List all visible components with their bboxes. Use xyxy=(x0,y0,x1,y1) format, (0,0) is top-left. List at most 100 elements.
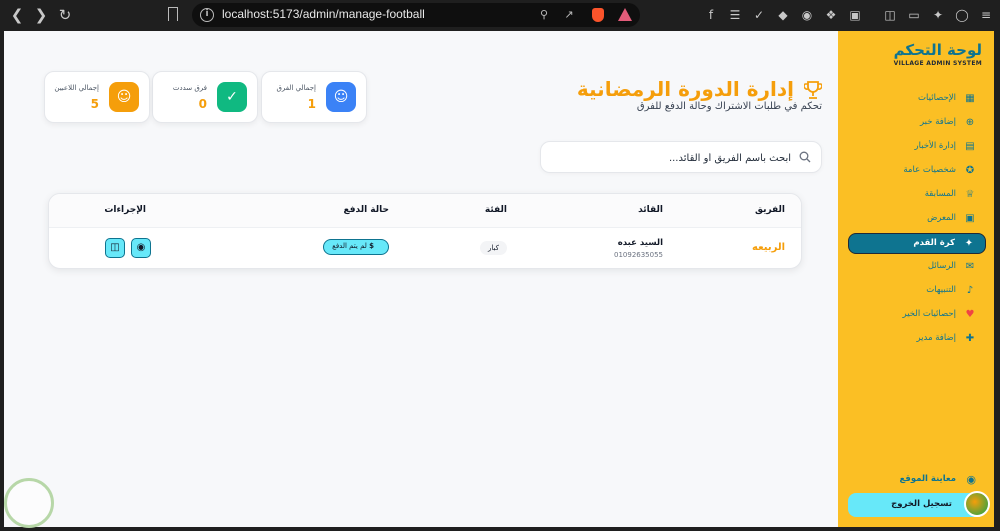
eye-icon: ◉ xyxy=(966,473,976,486)
back-icon[interactable]: ❮ xyxy=(8,6,26,24)
header-category: الفئة xyxy=(484,205,507,215)
address-bar[interactable]: i localhost:5173/admin/manage-football ⚲… xyxy=(192,3,640,27)
share-icon[interactable]: ↗ xyxy=(562,8,576,22)
bookmark-icon[interactable] xyxy=(168,7,178,21)
eye-icon: ◉ xyxy=(136,242,146,253)
stat-value: 1 xyxy=(307,97,316,111)
delete-button[interactable]: ◫ xyxy=(105,238,125,258)
search-icon xyxy=(799,151,811,163)
stat-label: إجمالي الفرق xyxy=(276,84,316,92)
zoom-icon[interactable]: ⚲ xyxy=(537,8,551,22)
search-input[interactable] xyxy=(561,148,791,168)
sliders-icon[interactable]: ☰ xyxy=(727,7,743,23)
sidebar-item-label: إدارة الأخبار xyxy=(914,141,957,151)
sidebar-item-label: المسابقة xyxy=(924,189,956,199)
sidebar-item[interactable]: ▣ المعرض xyxy=(848,209,986,230)
view-site-label: معاينة الموقع xyxy=(899,474,956,484)
sidebar-item-label: المعرض xyxy=(927,213,956,223)
target-icon[interactable]: ◉ xyxy=(799,7,815,23)
header-team: الفريق xyxy=(754,205,785,215)
reload-icon[interactable]: ↻ xyxy=(56,6,74,24)
font-icon[interactable]: f xyxy=(703,7,719,23)
leader-phone: 01092635055 xyxy=(614,251,663,259)
extensions-icon[interactable]: ❖ xyxy=(823,7,839,23)
stat-label: فرق سددت xyxy=(172,84,207,92)
users-icon: ☺ xyxy=(326,82,356,112)
sidebar-item-label: إحصائيات الخير xyxy=(902,309,957,319)
leader-name: السيد عبده xyxy=(617,238,663,248)
header-leader: القائد xyxy=(638,205,663,215)
trophy-icon: ♕ xyxy=(965,189,975,200)
sidebar-item-label: كرة القدم xyxy=(913,238,955,248)
medal-icon: ✦ xyxy=(964,238,974,249)
sidebar-item-label: إضافة مدير xyxy=(916,333,956,343)
stat-value: 5 xyxy=(90,97,99,111)
sidebar-item[interactable]: ♪ التنبيهات xyxy=(848,281,986,302)
sidebar-title: لوحة التحكم xyxy=(893,41,982,59)
sidebar-item-label: الإحصائيات xyxy=(918,93,956,103)
check-circle-icon: ✓ xyxy=(217,82,247,112)
sidebar-item[interactable]: ♥ إحصائيات الخير xyxy=(848,305,986,326)
sidebar-item[interactable]: ✦ كرة القدم xyxy=(848,233,986,254)
payment-status-label: لم يتم الدفع xyxy=(332,242,367,250)
search-box xyxy=(540,141,822,173)
menu-icon[interactable]: ≡ xyxy=(978,7,994,23)
site-info-icon[interactable]: i xyxy=(200,8,214,22)
payment-status-badge[interactable]: لم يتم الدفع $ xyxy=(323,239,389,255)
admin-app: لوحة التحكم VILLAGE ADMIN SYSTEM ▦ الإحصا… xyxy=(4,31,994,527)
sidebar-item[interactable]: ✪ شخصيات عامة xyxy=(848,161,986,182)
picker-icon[interactable]: ✓ xyxy=(751,7,767,23)
sidebar-subtitle: VILLAGE ADMIN SYSTEM xyxy=(893,60,982,67)
screenshot-icon[interactable]: ▣ xyxy=(847,7,863,23)
view-site-link[interactable]: ◉ معاينة الموقع xyxy=(848,470,986,490)
table-header: الفريق القائد الفئة حالة الدفع الإجراءات xyxy=(49,194,801,228)
logout-label: تسجيل الخروج xyxy=(891,499,952,509)
message-icon: ✉ xyxy=(965,261,975,272)
stat-value: 0 xyxy=(198,97,207,111)
sidebar-item[interactable]: ✚ إضافة مدير xyxy=(848,329,986,350)
category-badge: كبار xyxy=(480,241,507,255)
users-icon: ☺ xyxy=(109,82,139,112)
sidebar-toggle-icon[interactable]: ◫ xyxy=(882,7,898,23)
bell-icon: ♪ xyxy=(966,285,974,296)
award-icon: ✪ xyxy=(965,165,975,176)
vpn-icon[interactable]: ◯ xyxy=(954,7,970,23)
sidebar-item-label: التنبيهات xyxy=(926,285,956,295)
stat-card-total-teams: ☺ إجمالي الفرق 1 xyxy=(261,71,367,123)
grid-icon: ▦ xyxy=(965,93,975,104)
sidebar-item[interactable]: ▤ إدارة الأخبار xyxy=(848,137,986,158)
team-name: الربيعه xyxy=(752,242,785,253)
watermark-logo xyxy=(4,478,54,528)
newspaper-icon: ▤ xyxy=(965,141,975,152)
gem-icon[interactable]: ◆ xyxy=(775,7,791,23)
brave-shields-icon[interactable] xyxy=(592,8,604,22)
leo-icon[interactable]: ✦ xyxy=(930,7,946,23)
forward-icon[interactable]: ❯ xyxy=(32,6,50,24)
brave-rewards-icon[interactable] xyxy=(618,8,632,21)
sidebar-item[interactable]: ✉ الرسائل xyxy=(848,257,986,278)
header-actions: الإجراءات xyxy=(104,205,146,215)
heart-icon: ♥ xyxy=(965,309,975,320)
page-subtitle: تحكم في طلبات الاشتراك وحالة الدفع للفرق xyxy=(636,101,822,112)
avatar xyxy=(964,491,990,517)
sidebar-item[interactable]: ♕ المسابقة xyxy=(848,185,986,206)
header-payment: حالة الدفع xyxy=(343,205,389,215)
sidebar-item[interactable]: ⊕ إضافة خبر xyxy=(848,113,986,134)
sidebar-item-label: الرسائل xyxy=(927,261,956,271)
sidebar: لوحة التحكم VILLAGE ADMIN SYSTEM ▦ الإحصا… xyxy=(838,31,994,527)
teams-table: الفريق القائد الفئة حالة الدفع الإجراءات… xyxy=(48,193,802,269)
trash-icon: ◫ xyxy=(110,242,120,253)
wallet-icon[interactable]: ▭ xyxy=(906,7,922,23)
sidebar-item-label: إضافة خبر xyxy=(919,117,956,127)
stat-label: إجمالي اللاعبين xyxy=(54,84,99,92)
url-text[interactable]: localhost:5173/admin/manage-football xyxy=(222,7,425,21)
sidebar-item-label: شخصيات عامة xyxy=(903,165,956,175)
sidebar-item[interactable]: ▦ الإحصائيات xyxy=(848,89,986,110)
image-icon: ▣ xyxy=(965,213,975,224)
dollar-icon: $ xyxy=(369,242,374,250)
trophy-icon xyxy=(804,81,822,99)
view-button[interactable]: ◉ xyxy=(131,238,151,258)
user-plus-icon: ✚ xyxy=(965,333,975,344)
stat-card-total-players: ☺ إجمالي اللاعبين 5 xyxy=(44,71,150,123)
plus-circle-icon: ⊕ xyxy=(965,117,975,128)
